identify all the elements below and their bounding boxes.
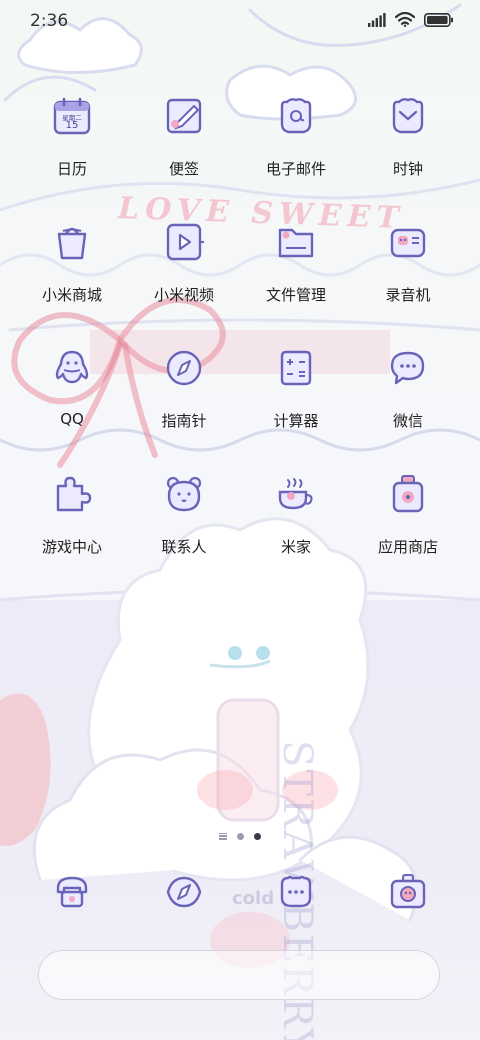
app-mi-store[interactable]: 小米商城 [16, 222, 128, 342]
app-file-manager[interactable]: 文件管理 [240, 222, 352, 342]
app-label: 便签 [168, 160, 199, 178]
qq-icon [55, 350, 89, 384]
page-dot-active [254, 832, 261, 840]
game-center-icon [56, 476, 92, 512]
app-qq[interactable]: QQ [16, 348, 128, 468]
contacts-icon [166, 476, 202, 512]
app-calendar[interactable]: 星期二 15 日历 [16, 96, 128, 216]
wifi-icon [395, 12, 415, 27]
camera-icon[interactable] [388, 872, 428, 912]
email-icon [280, 98, 312, 134]
status-time: 2:36 [30, 11, 69, 31]
notes-icon [166, 98, 202, 134]
status-icons [368, 12, 454, 27]
file-manager-icon [278, 228, 314, 258]
page-indicator-menu-icon [219, 832, 227, 840]
status-bar: 2:36 [0, 0, 480, 40]
app-label: 联系人 [161, 538, 207, 556]
app-label: 指南针 [161, 412, 207, 430]
calculator-icon [280, 350, 312, 386]
app-contacts[interactable]: 联系人 [128, 474, 240, 594]
app-label: 游戏中心 [41, 538, 102, 556]
app-calculator[interactable]: 计算器 [240, 348, 352, 468]
app-label: 录音机 [385, 286, 431, 304]
app-recorder[interactable]: 录音机 [352, 222, 464, 342]
page-dot [237, 832, 244, 840]
app-compass[interactable]: 指南针 [128, 348, 240, 468]
dock [0, 872, 480, 922]
app-label: 应用商店 [377, 538, 438, 556]
app-game-center[interactable]: 游戏中心 [16, 474, 128, 594]
recorder-icon [390, 228, 426, 258]
app-label: 时钟 [392, 160, 423, 178]
app-label: QQ [60, 410, 84, 428]
mi-store-icon [57, 227, 87, 260]
page-indicator[interactable] [0, 829, 480, 843]
app-wechat[interactable]: 微信 [352, 348, 464, 468]
app-store-icon [392, 475, 424, 513]
wechat-icon [390, 351, 425, 385]
signal-icon [368, 12, 386, 27]
app-label: 小米视频 [153, 286, 214, 304]
app-email[interactable]: 电子邮件 [240, 96, 352, 216]
app-label: 日历 [56, 160, 87, 178]
compass-icon [166, 350, 202, 386]
browser-icon[interactable] [164, 872, 204, 912]
app-label: 米家 [280, 538, 311, 556]
app-clock[interactable]: 时钟 [352, 96, 464, 216]
messages-icon[interactable] [276, 872, 316, 912]
app-mijia[interactable]: 米家 [240, 474, 352, 594]
app-label: 计算器 [273, 412, 319, 430]
app-label: 小米商城 [41, 286, 102, 304]
app-notes[interactable]: 便签 [128, 96, 240, 216]
mijia-icon [278, 478, 313, 510]
phone-icon[interactable] [52, 872, 92, 912]
calendar-day: 15 [65, 120, 79, 131]
app-mi-video[interactable]: 小米视频 [128, 222, 240, 342]
mi-video-icon [166, 223, 204, 261]
clock-icon [392, 98, 424, 134]
app-label: 文件管理 [265, 286, 326, 304]
app-label: 电子邮件 [265, 160, 326, 178]
search-bar[interactable] [38, 950, 440, 1000]
app-app-store[interactable]: 应用商店 [352, 474, 464, 594]
battery-icon [424, 12, 453, 27]
app-label: 微信 [392, 412, 423, 430]
